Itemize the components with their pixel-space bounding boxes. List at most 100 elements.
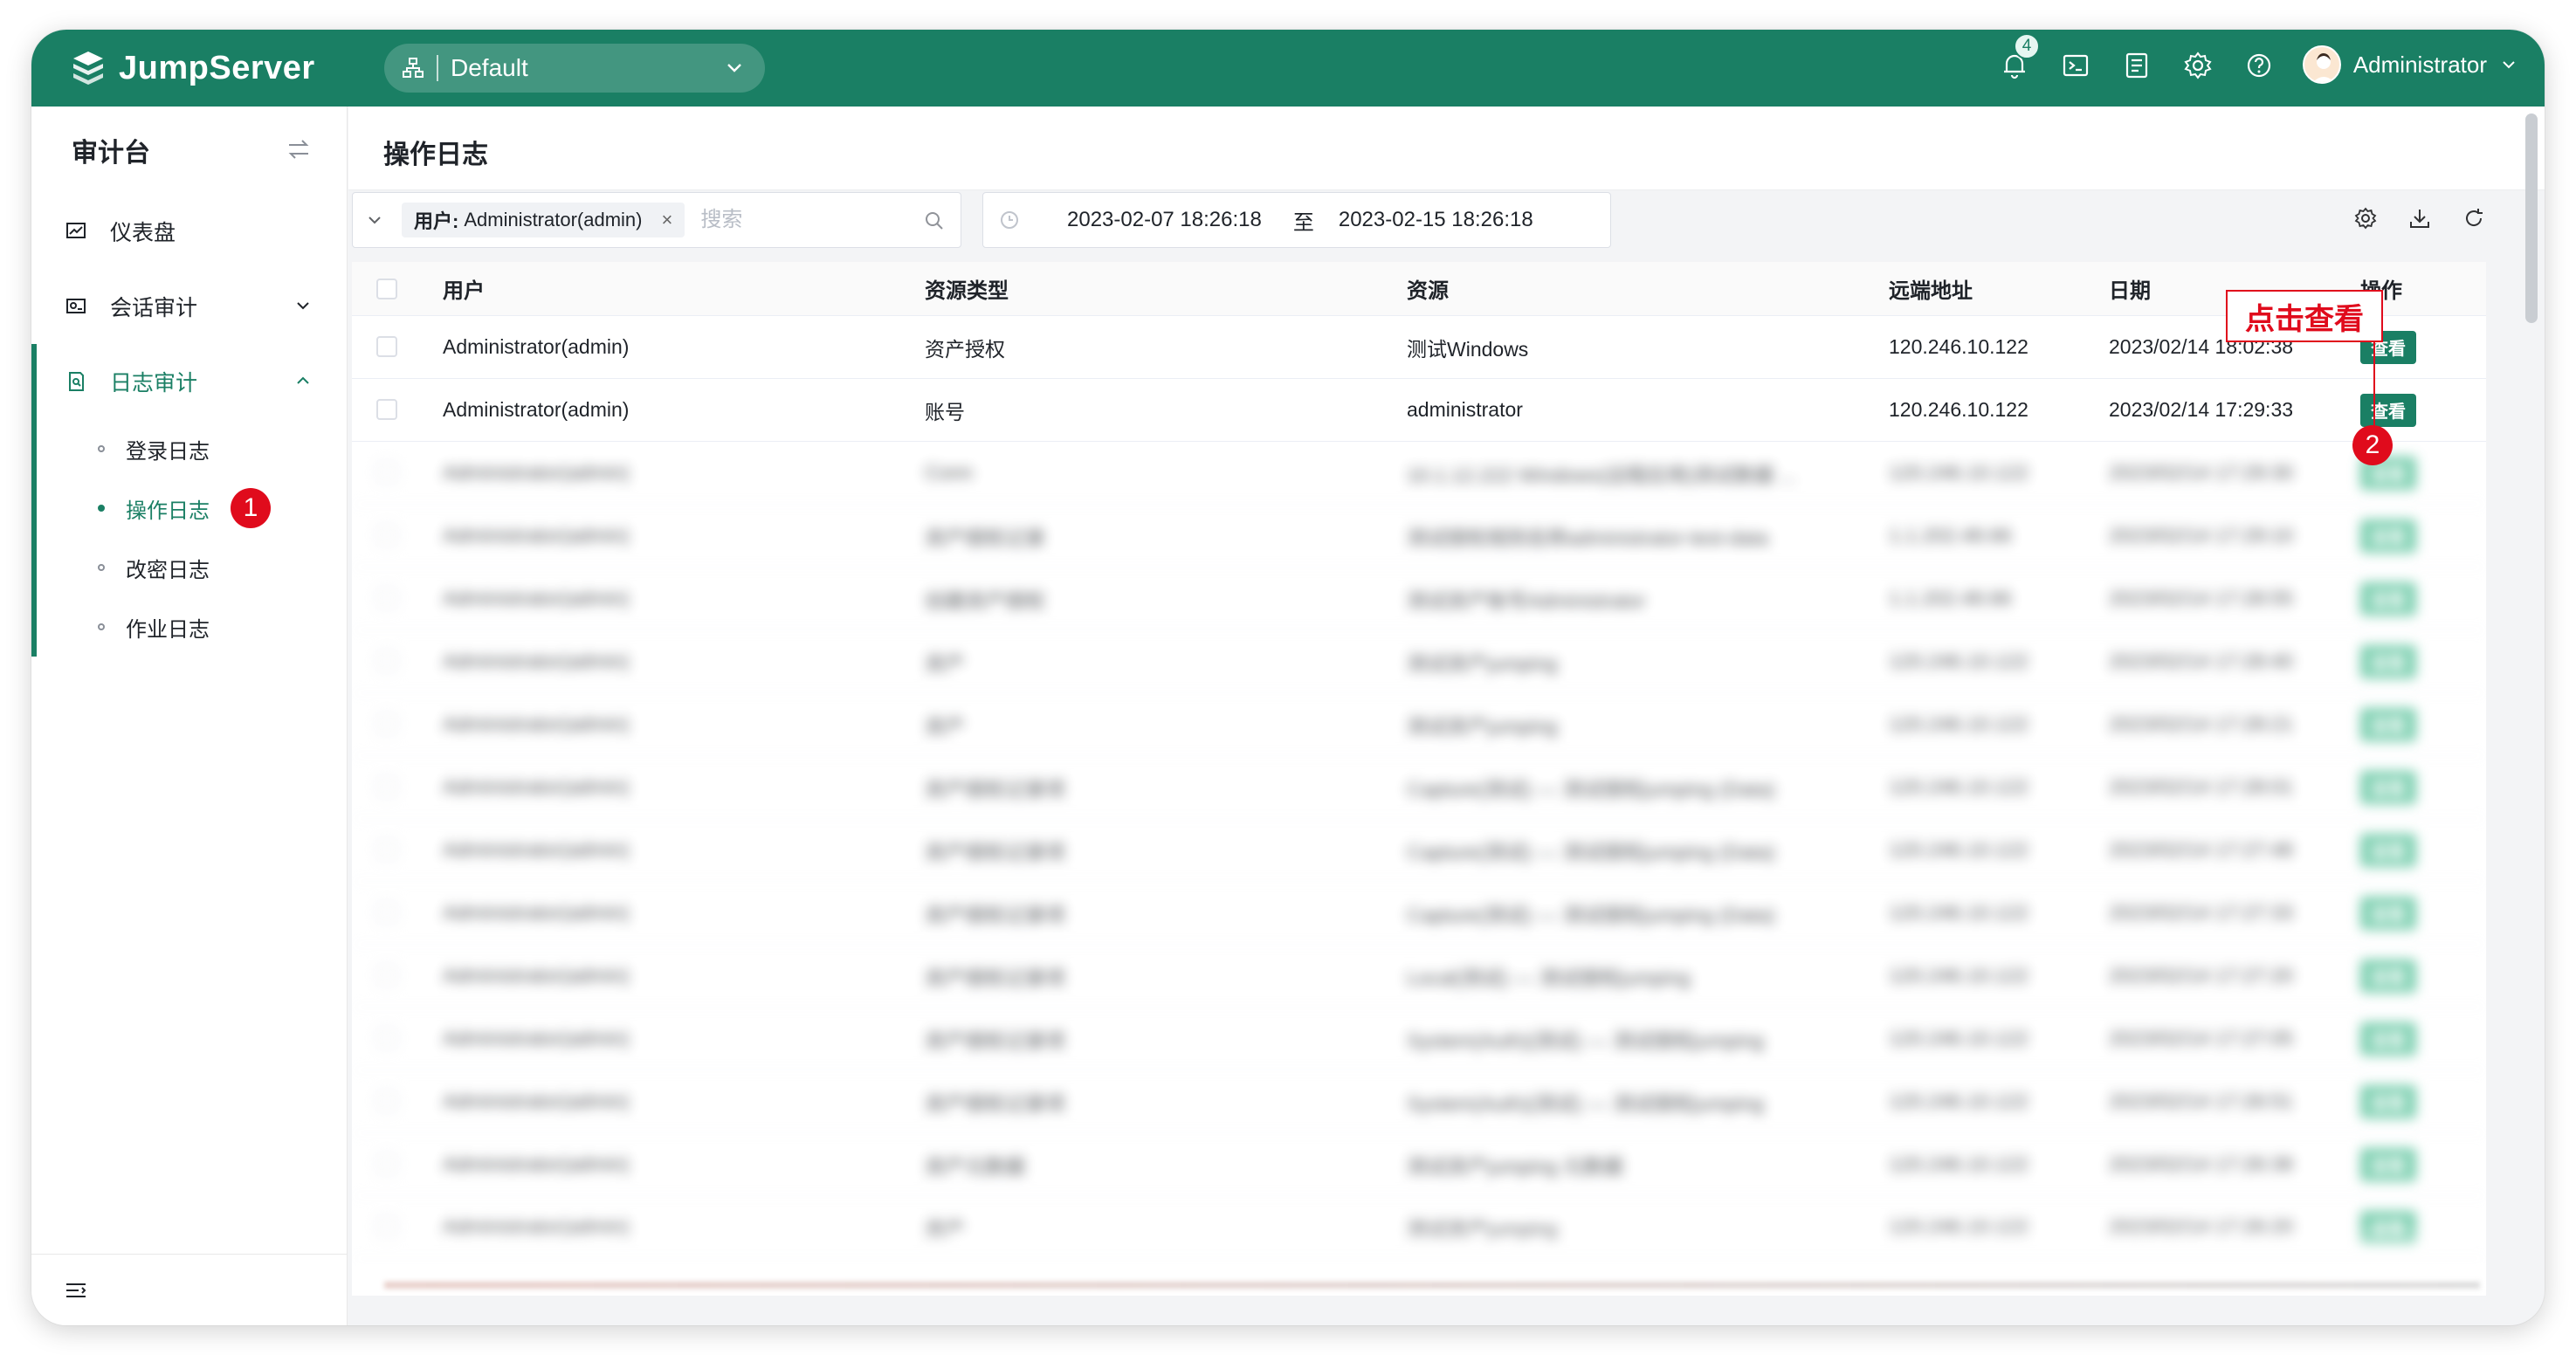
- cell-user: Administrator(admin): [443, 1027, 630, 1049]
- cell-date: 2023/02/14 17:28:40: [2109, 650, 2294, 672]
- remove-filter-icon[interactable]: ×: [662, 209, 673, 231]
- clock-icon: [1001, 211, 1018, 229]
- sidebar-subitem-operation-log[interactable]: 操作日志 1: [31, 478, 347, 538]
- refresh-icon[interactable]: [2462, 206, 2486, 230]
- view-button[interactable]: 查看: [2360, 393, 2416, 427]
- table-row: Administrator(admin) 资产 测试资产jumping 120.246…: [352, 630, 2486, 693]
- search-icon[interactable]: [924, 210, 945, 231]
- date-range-picker[interactable]: 2023-02-07 18:26:18 至 2023-02-15 18:26:1…: [982, 192, 1611, 248]
- row-checkbox[interactable]: [376, 336, 397, 357]
- row-checkbox[interactable]: [376, 525, 397, 546]
- cell-date: 2023/02/14 17:26:51: [2109, 1090, 2294, 1112]
- view-button[interactable]: 查看: [2360, 770, 2416, 804]
- column-header-remote-address[interactable]: 远端地址: [1889, 273, 2098, 304]
- view-button[interactable]: 查看: [2360, 896, 2416, 930]
- cell-resource-type: 资产: [925, 651, 965, 675]
- view-button[interactable]: 查看: [2360, 959, 2416, 993]
- table-row: Administrator(admin) 资产授权 测试Windows 120.…: [352, 316, 2486, 379]
- sidebar-item-session-audit[interactable]: 会话审计: [31, 269, 347, 344]
- sidebar-subitem-label: 操作日志: [126, 499, 210, 523]
- cell-resource-type: 资产授权记录项: [925, 777, 1065, 801]
- web-terminal-button[interactable]: [2061, 51, 2090, 80]
- step-marker-1: 1: [231, 488, 271, 528]
- log-audit-icon: [69, 372, 84, 391]
- table-row: Administrator(admin) 资产授权记录 测试授权规则名称admini…: [352, 505, 2486, 567]
- avatar: [2302, 45, 2341, 84]
- search-input[interactable]: [700, 208, 911, 232]
- date-start[interactable]: 2023-02-07 18:26:18: [1067, 208, 1262, 232]
- view-button[interactable]: 查看: [2360, 1021, 2416, 1056]
- table-row: Administrator(admin) Conn 10.1.12.222 Wind…: [352, 442, 2486, 505]
- sidebar-item-dashboard[interactable]: 仪表盘: [31, 194, 347, 269]
- row-checkbox[interactable]: [376, 462, 397, 483]
- sidebar-footer: [31, 1254, 347, 1325]
- cell-user: Administrator(admin): [443, 712, 630, 735]
- table-row: Administrator(admin) 资产元数据 测试资产jumping 元数据…: [352, 1133, 2486, 1196]
- view-button[interactable]: 查看: [2360, 644, 2416, 678]
- settings-button[interactable]: [2183, 51, 2213, 80]
- help-icon: [2247, 53, 2271, 78]
- view-button[interactable]: 查看: [2360, 707, 2416, 741]
- column-header-resource-type[interactable]: 资源类型: [925, 273, 1379, 304]
- tickets-button[interactable]: [2122, 51, 2152, 80]
- column-header-resource[interactable]: 资源: [1407, 273, 1861, 304]
- sidebar-subitem-job-log[interactable]: 作业日志: [31, 597, 347, 657]
- row-checkbox[interactable]: [376, 839, 397, 860]
- row-checkbox[interactable]: [376, 1090, 397, 1111]
- row-checkbox[interactable]: [376, 713, 397, 734]
- row-checkbox[interactable]: [376, 588, 397, 609]
- gear-icon[interactable]: [2353, 206, 2378, 230]
- page-title: 操作日志: [383, 141, 488, 169]
- cell-user: Administrator(admin): [443, 398, 630, 421]
- dashboard-icon: [66, 223, 86, 238]
- row-checkbox[interactable]: [376, 1028, 397, 1049]
- view-button[interactable]: 查看: [2360, 833, 2416, 867]
- sidebar-subitem-password-change-log[interactable]: 改密日志: [31, 538, 347, 597]
- chevron-down-icon: [297, 302, 309, 310]
- row-checkbox[interactable]: [376, 650, 397, 671]
- row-checkbox[interactable]: [376, 399, 397, 420]
- sidebar-item-log-audit[interactable]: 日志审计: [31, 344, 347, 419]
- cell-user: Administrator(admin): [443, 901, 630, 924]
- cell-date: 2023/02/14 17:28:55: [2109, 587, 2294, 609]
- row-checkbox[interactable]: [376, 776, 397, 797]
- select-all-checkbox[interactable]: [376, 279, 397, 299]
- top-navbar: JumpServer Default 4 Administrator: [31, 30, 2545, 107]
- cell-user: Administrator(admin): [443, 650, 630, 672]
- notifications-button[interactable]: 4: [2000, 33, 2040, 80]
- filter-field-dropdown[interactable]: [353, 193, 396, 247]
- cell-remote-address: 1.1.202.48.66: [1889, 524, 2012, 547]
- jumpserver-logo-icon: [73, 52, 103, 85]
- cell-date: 2023/02/14 17:29:33: [2109, 398, 2294, 421]
- cell-remote-address: 120.246.10.122: [1889, 964, 2028, 987]
- cell-resource: Local(测试) — 测试授权jumping: [1407, 966, 1691, 989]
- bullet-icon: [98, 623, 105, 630]
- view-button[interactable]: 查看: [2360, 1084, 2416, 1118]
- table-header: 用户 资源类型 资源 远端地址 日期 操作: [352, 262, 2486, 316]
- page-scrollbar[interactable]: [2525, 113, 2538, 323]
- user-menu[interactable]: Administrator: [2302, 45, 2518, 84]
- cell-resource-type: 资产授权记录项: [925, 966, 1065, 989]
- organization-name: Default: [451, 54, 528, 81]
- sidebar-subitem-login-log[interactable]: 登录日志: [31, 419, 347, 478]
- row-checkbox[interactable]: [376, 1153, 397, 1174]
- cell-user: Administrator(admin): [443, 461, 630, 484]
- cell-resource-type: 资产授权记录项: [925, 840, 1065, 863]
- view-button[interactable]: 查看: [2360, 581, 2416, 616]
- view-button[interactable]: 查看: [2360, 1147, 2416, 1181]
- brand-logo[interactable]: JumpServer: [68, 45, 315, 91]
- help-button[interactable]: [2244, 51, 2274, 80]
- date-end[interactable]: 2023-02-15 18:26:18: [1339, 208, 1533, 232]
- cell-resource-type: 资产授权: [925, 337, 1005, 361]
- organization-select[interactable]: Default: [384, 44, 765, 93]
- row-checkbox[interactable]: [376, 965, 397, 986]
- bullet-icon: [98, 564, 105, 571]
- row-checkbox[interactable]: [376, 902, 397, 923]
- view-button[interactable]: 查看: [2360, 519, 2416, 553]
- download-icon[interactable]: [2407, 206, 2432, 230]
- cell-resource: 测试资产jumping 元数据: [1407, 1154, 1623, 1178]
- collapse-menu-icon[interactable]: [63, 1277, 89, 1303]
- column-header-user[interactable]: 用户: [443, 273, 897, 304]
- switch-view-icon[interactable]: [286, 136, 312, 162]
- cell-resource: Capture(测试) — 测试授权jumping (Data): [1407, 840, 1775, 863]
